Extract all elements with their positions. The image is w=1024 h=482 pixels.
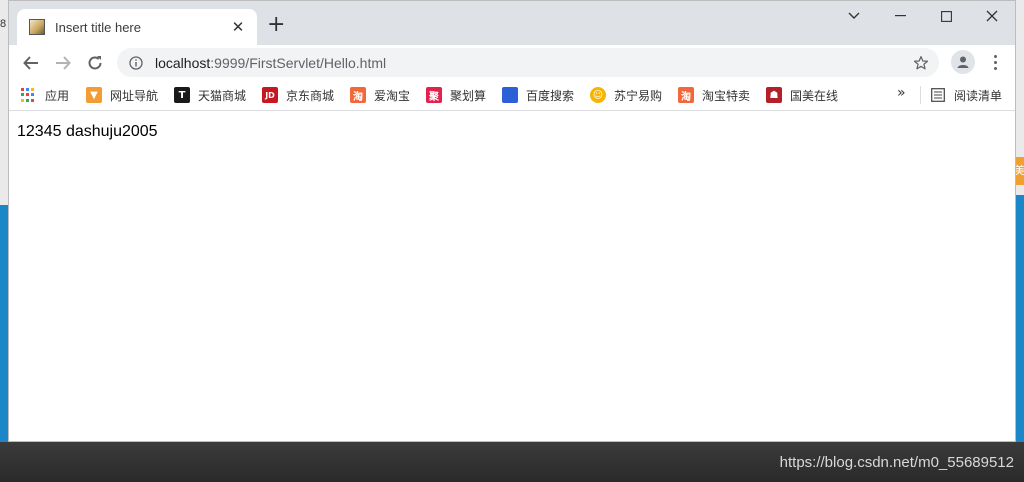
back-arrow-icon [23, 56, 38, 70]
browser-menu-icon[interactable] [985, 51, 1005, 73]
browser-window: Insert title here ✕ + localhost:9999/Fir [8, 0, 1016, 442]
bookmarks-overflow-icon[interactable]: » [897, 85, 906, 101]
page-favicon-icon [29, 19, 45, 35]
tab-title: Insert title here [55, 19, 141, 35]
taobao-icon: 淘 [350, 87, 366, 103]
juhuasuan-icon: 聚 [426, 87, 442, 103]
forward-arrow-icon [56, 56, 71, 70]
new-tab-button[interactable]: + [267, 13, 285, 37]
page-body-text: 12345 dashuju2005 [17, 123, 158, 140]
bookmarks-divider [920, 86, 921, 104]
taobao-sale-icon: 淘 [678, 87, 694, 103]
taskbar: https://blog.csdn.net/m0_55689512 [0, 442, 1024, 482]
bookmark-item[interactable]: ☗ 国美在线 [766, 85, 838, 105]
watermark-text: https://blog.csdn.net/m0_55689512 [779, 454, 1014, 471]
address-bar[interactable]: localhost:9999/FirstServlet/Hello.html [117, 48, 939, 77]
tab-close-icon[interactable]: ✕ [229, 18, 247, 36]
bookmark-item[interactable]: ▼ 网址导航 [86, 85, 158, 105]
suning-icon: ☺ [590, 87, 606, 103]
bookmark-star-icon[interactable] [913, 55, 929, 71]
bookmark-item[interactable]: ☺ 苏宁易购 [590, 85, 662, 105]
tab-search-chevron-icon[interactable] [831, 1, 877, 31]
bookmark-item[interactable]: T 天猫商城 [174, 85, 246, 105]
reading-list-icon [931, 88, 945, 102]
bookmark-item[interactable]: 🐾 百度搜索 [502, 85, 574, 105]
tab-active[interactable]: Insert title here ✕ [17, 9, 257, 45]
bookmark-apps[interactable]: 应用 [21, 85, 69, 105]
nav-icon: ▼ [86, 87, 102, 103]
tmall-icon: T [174, 87, 190, 103]
jd-icon: JD [262, 87, 278, 103]
bookmarks-bar: 应用 ▼ 网址导航 T 天猫商城 JD 京东商城 淘 爱淘宝 聚 聚划算 🐾 百… [9, 79, 1015, 111]
title-bar: Insert title here ✕ + [9, 1, 1015, 45]
reload-button[interactable] [81, 49, 109, 77]
profile-avatar-icon[interactable] [951, 50, 975, 74]
minimize-button[interactable] [877, 1, 923, 31]
bookmark-item[interactable]: 淘 淘宝特卖 [678, 85, 750, 105]
navigation-toolbar: localhost:9999/FirstServlet/Hello.html [9, 45, 1015, 79]
gome-icon: ☗ [766, 87, 782, 103]
baidu-icon: 🐾 [502, 87, 518, 103]
url-text[interactable]: localhost:9999/FirstServlet/Hello.html [155, 55, 913, 71]
bookmark-item[interactable]: 淘 爱淘宝 [350, 85, 410, 105]
maximize-button[interactable] [923, 1, 969, 31]
page-content: 12345 dashuju2005 [9, 112, 1015, 441]
info-icon[interactable] [129, 55, 143, 70]
apps-grid-icon [21, 88, 35, 102]
reload-icon [88, 56, 102, 70]
bookmark-item[interactable]: JD 京东商城 [262, 85, 334, 105]
back-button[interactable] [17, 49, 45, 77]
close-window-button[interactable] [969, 1, 1015, 31]
forward-button[interactable] [49, 49, 77, 77]
background-left-text: 8 [0, 18, 7, 30]
reading-list-button[interactable]: 阅读清单 [931, 85, 1002, 105]
bookmark-item[interactable]: 聚 聚划算 [426, 85, 486, 105]
